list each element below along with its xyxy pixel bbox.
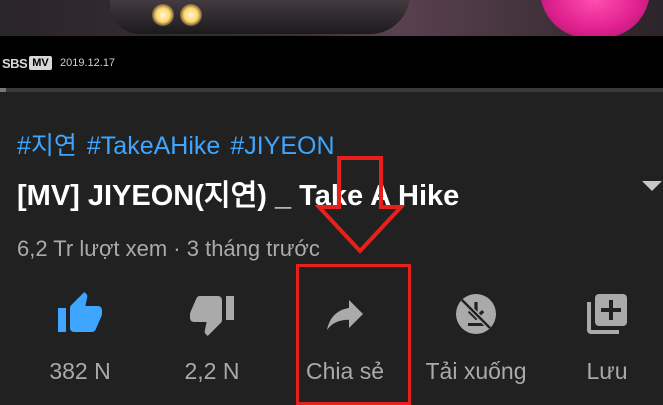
logo-mv-text: MV: [29, 56, 52, 70]
playlist-add-icon: [587, 294, 627, 334]
hashtag-link[interactable]: #지연: [17, 132, 77, 160]
headlight: [180, 4, 202, 26]
video-progress-bar[interactable]: [0, 88, 663, 92]
thumbs-down-icon: [190, 296, 234, 336]
hashtag-row: #지연 #TakeAHike #JIYEON: [17, 126, 345, 162]
save-label: Lưu: [586, 358, 628, 384]
headlight: [152, 4, 174, 26]
download-off-icon: [456, 294, 496, 334]
thumbs-up-icon: [58, 292, 102, 332]
channel-logo: SBS MV: [2, 54, 52, 72]
annotation-down-arrow-icon: [315, 156, 405, 254]
dislike-count: 2,2 N: [184, 358, 240, 384]
like-button[interactable]: 382 N: [10, 290, 150, 390]
save-button[interactable]: Lưu: [537, 290, 663, 390]
video-progress-played: [0, 88, 6, 92]
pink-figure-image: [540, 0, 650, 36]
video-player[interactable]: [0, 0, 663, 36]
dislike-button[interactable]: 2,2 N: [142, 290, 282, 390]
download-label: Tải xuống: [425, 358, 527, 384]
download-button[interactable]: Tải xuống: [406, 290, 546, 390]
video-date-overlay: 2019.12.17: [60, 57, 116, 69]
expand-description-icon[interactable]: [642, 181, 662, 191]
video-meta: 6,2 Tr lượt xem · 3 tháng trước: [17, 236, 320, 261]
hashtag-link[interactable]: #TakeAHike: [87, 132, 220, 160]
annotation-highlight-box: [296, 264, 411, 405]
like-count: 382 N: [49, 358, 111, 384]
logo-sbs-text: SBS: [2, 55, 28, 71]
